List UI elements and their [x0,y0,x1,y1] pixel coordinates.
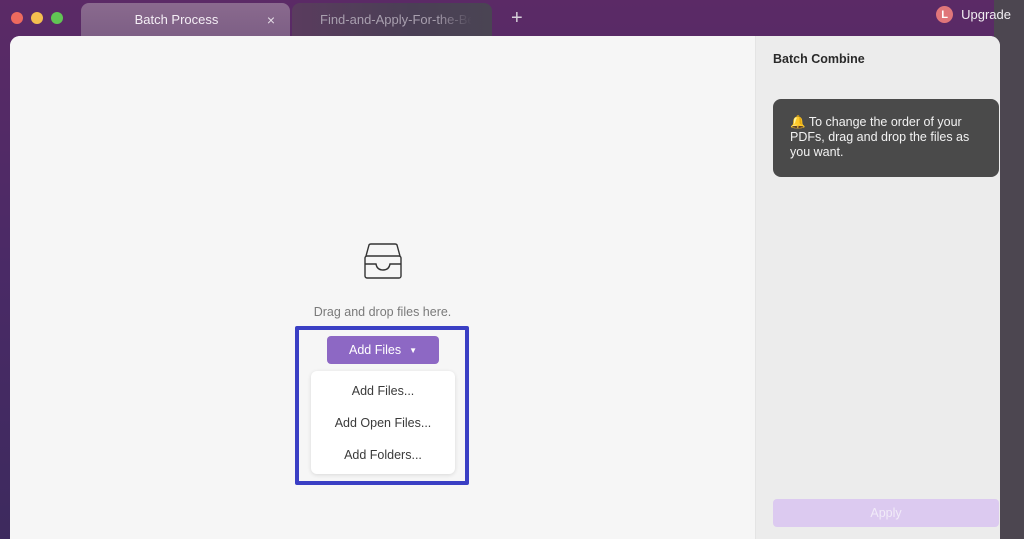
drop-hint-text: Drag and drop files here. [313,305,452,319]
tip-box: 🔔 To change the order of your PDFs, drag… [773,99,999,177]
upgrade-button[interactable]: L Upgrade [936,6,1011,23]
caret-down-icon: ▼ [409,345,418,355]
zoom-window-button[interactable] [51,12,63,24]
tip-text: To change the order of your PDFs, drag a… [790,115,970,159]
add-files-menu: Add Files... Add Open Files... Add Folde… [311,371,455,474]
tab-label: Find-and-Apply-For-the-Best-Institutiona… [320,12,472,27]
new-tab-icon[interactable]: + [511,8,523,28]
title-bar: Batch Process × Find-and-Apply-For-the-B… [0,0,1024,36]
upgrade-label: Upgrade [961,7,1011,22]
app-window: Drag and drop files here. Add Files ▼ Ad… [10,36,1000,539]
drop-zone[interactable]: Drag and drop files here. Add Files ▼ Ad… [10,36,755,539]
tab-document[interactable]: Find-and-Apply-For-the-Best-Institutiona… [292,3,492,36]
close-tab-icon[interactable]: × [260,12,282,28]
tab-batch-process[interactable]: Batch Process × [81,3,290,36]
add-files-button[interactable]: Add Files ▼ [327,336,439,364]
menu-item-add-files[interactable]: Add Files... [311,375,455,407]
avatar: L [936,6,954,23]
menu-item-add-open-files[interactable]: Add Open Files... [311,407,455,439]
apply-button[interactable]: Apply [773,499,999,527]
panel-title: Batch Combine [773,52,865,66]
minimize-window-button[interactable] [31,12,43,24]
tab-label: Batch Process [134,12,219,27]
inbox-tray-icon [364,243,402,279]
bell-icon: 🔔 [790,115,806,129]
add-files-label: Add Files [348,343,402,357]
menu-item-add-folders[interactable]: Add Folders... [311,439,455,471]
close-window-button[interactable] [11,12,23,24]
side-panel: Batch Combine 🔔 To change the order of y… [755,36,1000,539]
